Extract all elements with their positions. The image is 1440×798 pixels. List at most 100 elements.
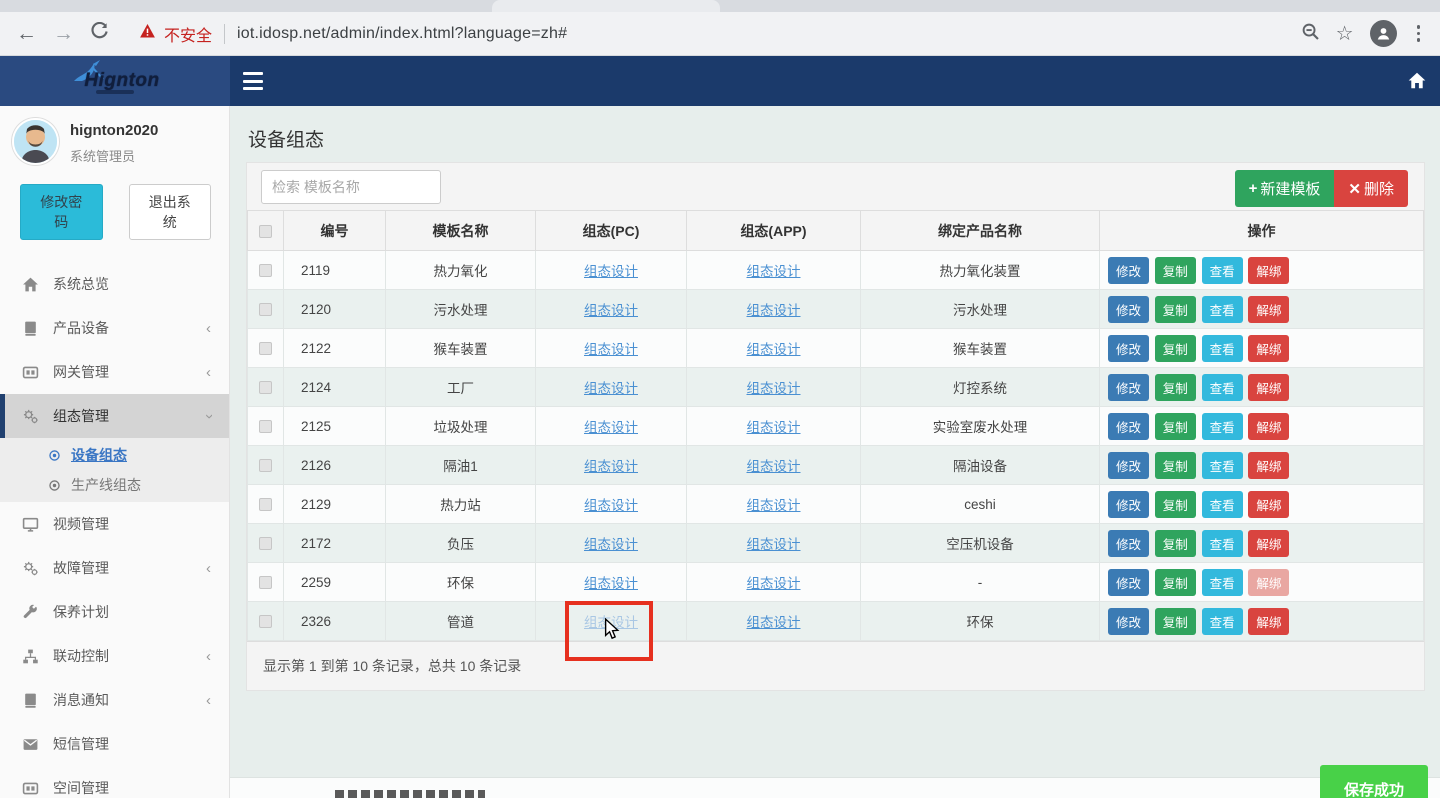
logo[interactable]: Hignton bbox=[0, 56, 230, 106]
pc-config-link[interactable]: 组态设计 bbox=[584, 303, 638, 318]
pc-config-link[interactable]: 组态设计 bbox=[584, 498, 638, 513]
edit-button[interactable]: 修改 bbox=[1108, 335, 1149, 362]
row-checkbox[interactable] bbox=[259, 420, 272, 433]
view-button[interactable]: 查看 bbox=[1202, 296, 1243, 323]
edit-button[interactable]: 修改 bbox=[1108, 530, 1149, 557]
copy-button[interactable]: 复制 bbox=[1155, 374, 1196, 401]
sidebar-item-products[interactable]: 产品设备‹ bbox=[0, 306, 229, 350]
pc-config-link[interactable]: 组态设计 bbox=[584, 576, 638, 591]
edit-button[interactable]: 修改 bbox=[1108, 608, 1149, 635]
unbind-button[interactable]: 解绑 bbox=[1248, 608, 1289, 635]
app-config-link[interactable]: 组态设计 bbox=[747, 459, 801, 474]
row-checkbox[interactable] bbox=[259, 615, 272, 628]
row-checkbox[interactable] bbox=[259, 576, 272, 589]
row-checkbox[interactable] bbox=[259, 381, 272, 394]
unbind-button[interactable]: 解绑 bbox=[1248, 569, 1289, 596]
sidebar-item-linkage[interactable]: 联动控制‹ bbox=[0, 634, 229, 678]
unbind-button[interactable]: 解绑 bbox=[1248, 296, 1289, 323]
app-config-link[interactable]: 组态设计 bbox=[747, 264, 801, 279]
back-icon[interactable]: ← bbox=[16, 23, 37, 44]
app-config-link[interactable]: 组态设计 bbox=[747, 498, 801, 513]
edit-button[interactable]: 修改 bbox=[1108, 452, 1149, 479]
sidebar-subitem-device-scada[interactable]: 设备组态 bbox=[0, 440, 229, 470]
bookmark-star-icon[interactable]: ☆ bbox=[1336, 21, 1354, 46]
sidebar-item-video[interactable]: 视频管理 bbox=[0, 502, 229, 546]
zoom-out-icon[interactable] bbox=[1301, 22, 1320, 46]
edit-button[interactable]: 修改 bbox=[1108, 491, 1149, 518]
pc-config-link[interactable]: 组态设计 bbox=[584, 264, 638, 279]
view-button[interactable]: 查看 bbox=[1202, 335, 1243, 362]
copy-button[interactable]: 复制 bbox=[1155, 257, 1196, 284]
view-button[interactable]: 查看 bbox=[1202, 374, 1243, 401]
edit-button[interactable]: 修改 bbox=[1108, 569, 1149, 596]
home-icon[interactable] bbox=[1407, 71, 1427, 95]
copy-button[interactable]: 复制 bbox=[1155, 491, 1196, 518]
row-checkbox[interactable] bbox=[259, 459, 272, 472]
row-checkbox[interactable] bbox=[259, 264, 272, 277]
app-config-link[interactable]: 组态设计 bbox=[747, 303, 801, 318]
unbind-button[interactable]: 解绑 bbox=[1248, 491, 1289, 518]
copy-button[interactable]: 复制 bbox=[1155, 296, 1196, 323]
sidebar-item-space[interactable]: 空间管理 bbox=[0, 766, 229, 798]
select-all-checkbox[interactable] bbox=[259, 225, 272, 238]
security-warning-label[interactable]: 不安全 bbox=[164, 22, 212, 46]
url-text[interactable]: iot.idosp.net/admin/index.html?language=… bbox=[237, 25, 567, 43]
copy-button[interactable]: 复制 bbox=[1155, 569, 1196, 596]
sidebar-item-overview[interactable]: 系统总览 bbox=[0, 262, 229, 306]
edit-button[interactable]: 修改 bbox=[1108, 374, 1149, 401]
view-button[interactable]: 查看 bbox=[1202, 530, 1243, 557]
change-password-button[interactable]: 修改密码 bbox=[20, 184, 103, 240]
app-config-link[interactable]: 组态设计 bbox=[747, 342, 801, 357]
app-config-link[interactable]: 组态设计 bbox=[747, 420, 801, 435]
copy-button[interactable]: 复制 bbox=[1155, 413, 1196, 440]
view-button[interactable]: 查看 bbox=[1202, 257, 1243, 284]
pc-config-link[interactable]: 组态设计 bbox=[584, 615, 638, 630]
unbind-button[interactable]: 解绑 bbox=[1248, 452, 1289, 479]
edit-button[interactable]: 修改 bbox=[1108, 413, 1149, 440]
unbind-button[interactable]: 解绑 bbox=[1248, 374, 1289, 401]
search-input[interactable] bbox=[261, 170, 441, 204]
sidebar-item-gateway[interactable]: 网关管理‹ bbox=[0, 350, 229, 394]
user-avatar[interactable] bbox=[12, 118, 59, 165]
view-button[interactable]: 查看 bbox=[1202, 491, 1243, 518]
view-button[interactable]: 查看 bbox=[1202, 608, 1243, 635]
app-config-link[interactable]: 组态设计 bbox=[747, 615, 801, 630]
app-config-link[interactable]: 组态设计 bbox=[747, 381, 801, 396]
copy-button[interactable]: 复制 bbox=[1155, 530, 1196, 557]
unbind-button[interactable]: 解绑 bbox=[1248, 335, 1289, 362]
sidebar-item-scada[interactable]: 组态管理‹ bbox=[0, 394, 229, 438]
view-button[interactable]: 查看 bbox=[1202, 413, 1243, 440]
sidebar-item-fault[interactable]: 故障管理‹ bbox=[0, 546, 229, 590]
pc-config-link[interactable]: 组态设计 bbox=[584, 381, 638, 396]
app-config-link[interactable]: 组态设计 bbox=[747, 537, 801, 552]
sidebar-item-sms[interactable]: 短信管理 bbox=[0, 722, 229, 766]
delete-button[interactable]: ✕删除 bbox=[1334, 170, 1408, 207]
unbind-button[interactable]: 解绑 bbox=[1248, 257, 1289, 284]
edit-button[interactable]: 修改 bbox=[1108, 296, 1149, 323]
browser-profile-icon[interactable] bbox=[1370, 20, 1397, 47]
row-checkbox[interactable] bbox=[259, 342, 272, 355]
pc-config-link[interactable]: 组态设计 bbox=[584, 459, 638, 474]
unbind-button[interactable]: 解绑 bbox=[1248, 530, 1289, 557]
pc-config-link[interactable]: 组态设计 bbox=[584, 342, 638, 357]
browser-menu-icon[interactable] bbox=[1413, 25, 1425, 42]
row-checkbox[interactable] bbox=[259, 498, 272, 511]
sidebar-item-message[interactable]: 消息通知‹ bbox=[0, 678, 229, 722]
row-checkbox[interactable] bbox=[259, 537, 272, 550]
view-button[interactable]: 查看 bbox=[1202, 569, 1243, 596]
copy-button[interactable]: 复制 bbox=[1155, 608, 1196, 635]
new-template-button[interactable]: +新建模板 bbox=[1235, 170, 1335, 207]
sidebar-subitem-line-scada[interactable]: 生产线组态 bbox=[0, 470, 229, 500]
view-button[interactable]: 查看 bbox=[1202, 452, 1243, 479]
unbind-button[interactable]: 解绑 bbox=[1248, 413, 1289, 440]
pc-config-link[interactable]: 组态设计 bbox=[584, 537, 638, 552]
warning-triangle-icon[interactable] bbox=[139, 23, 156, 44]
forward-icon[interactable]: → bbox=[53, 23, 74, 44]
row-checkbox[interactable] bbox=[259, 303, 272, 316]
app-config-link[interactable]: 组态设计 bbox=[747, 576, 801, 591]
copy-button[interactable]: 复制 bbox=[1155, 452, 1196, 479]
pc-config-link[interactable]: 组态设计 bbox=[584, 420, 638, 435]
edit-button[interactable]: 修改 bbox=[1108, 257, 1149, 284]
reload-icon[interactable] bbox=[90, 22, 109, 46]
sidebar-item-maintenance[interactable]: 保养计划 bbox=[0, 590, 229, 634]
